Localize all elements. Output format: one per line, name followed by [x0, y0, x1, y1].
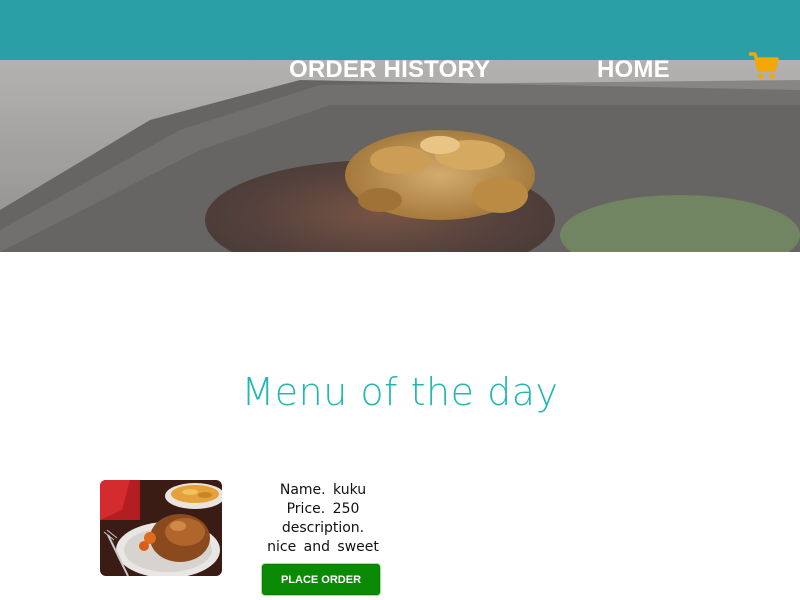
nav-home[interactable]: HOME	[597, 56, 670, 84]
place-order-button[interactable]: PLACE ORDER	[262, 564, 380, 595]
item-description-label: description.	[281, 520, 365, 536]
shopping-cart-icon[interactable]	[748, 51, 779, 81]
menu-item-details: Name. kuku Price. 250 description. nice …	[262, 481, 384, 557]
hero-food-image	[0, 60, 800, 252]
top-bar	[0, 0, 800, 60]
menu-item-image	[100, 480, 222, 576]
item-name: Name. kuku	[279, 482, 367, 498]
menu-title: Menu of the day	[241, 370, 559, 414]
hero-banner	[0, 60, 800, 252]
page: ORDER HISTORY HOME Menu of the day Name.…	[0, 0, 800, 600]
item-price: Price. 250	[286, 501, 360, 517]
item-description: nice and sweet	[267, 539, 379, 555]
nav-order-history[interactable]: ORDER HISTORY	[289, 56, 490, 84]
